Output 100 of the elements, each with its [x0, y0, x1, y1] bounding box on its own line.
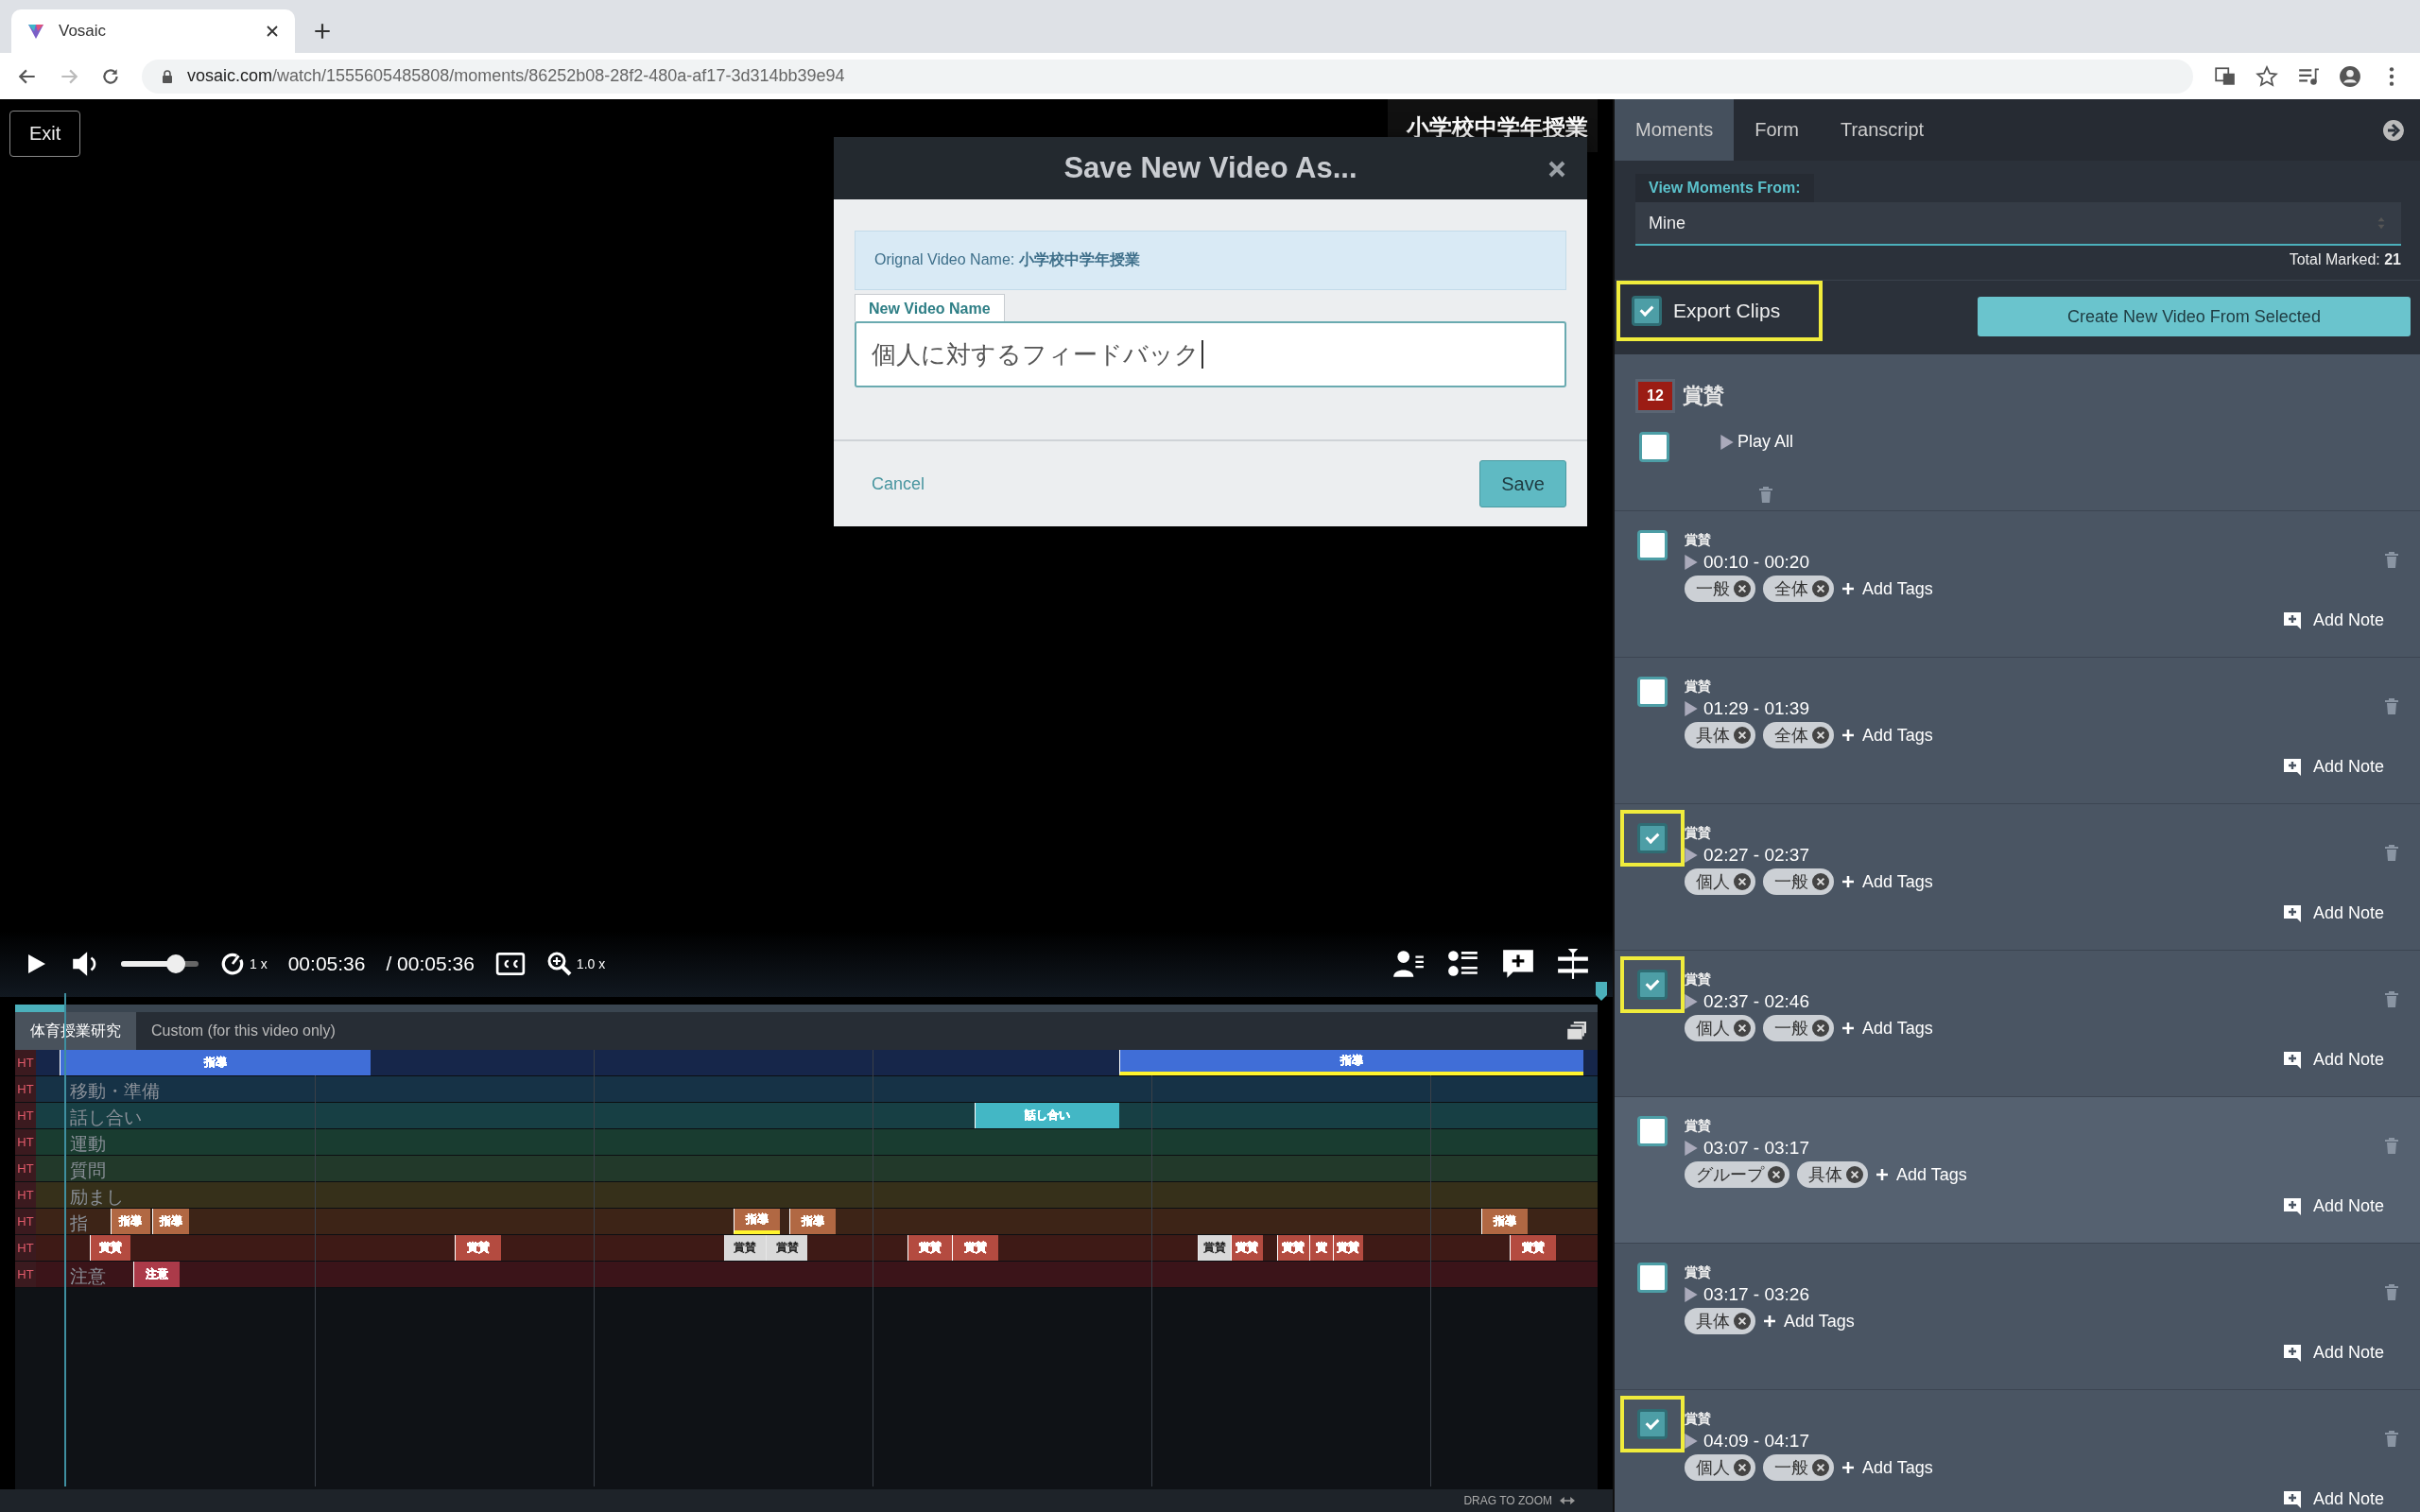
add-note-button[interactable]: Add Note — [2282, 1489, 2384, 1509]
timeline-segment[interactable]: 賞賛 — [1332, 1235, 1363, 1261]
add-comment-icon[interactable] — [1501, 947, 1535, 981]
add-note-button[interactable]: Add Note — [2282, 1343, 2384, 1363]
tag-chip[interactable]: 一般 — [1763, 868, 1834, 895]
add-tags-button[interactable]: Add Tags — [1841, 578, 1933, 599]
timeline-tab[interactable]: Custom (for this video only) — [136, 1012, 351, 1050]
exit-button[interactable]: Exit — [9, 111, 81, 157]
star-icon[interactable] — [2256, 64, 2278, 88]
timeline-segment[interactable]: 賞賛 — [1230, 1235, 1263, 1261]
close-icon[interactable] — [1547, 160, 1566, 179]
remove-icon[interactable] — [1812, 1020, 1829, 1037]
remove-icon[interactable] — [1846, 1166, 1863, 1183]
add-tags-button[interactable]: Add Tags — [1841, 871, 1933, 892]
moment-time[interactable]: 04:09 - 04:17 — [1685, 1431, 1809, 1452]
trash-icon[interactable] — [2384, 1283, 2399, 1302]
checkbox[interactable] — [1637, 970, 1668, 1000]
timeline-segment[interactable]: 賞賛 — [907, 1235, 952, 1261]
tag-chip[interactable]: 一般 — [1685, 576, 1755, 602]
close-icon[interactable] — [265, 24, 280, 39]
captions-icon[interactable] — [494, 952, 526, 976]
save-button[interactable]: Save — [1479, 460, 1566, 507]
add-tags-button[interactable]: Add Tags — [1841, 1457, 1933, 1478]
tag-chip[interactable]: 全体 — [1763, 722, 1834, 748]
checkbox[interactable] — [1637, 1116, 1668, 1146]
tag-chip[interactable]: 個人 — [1685, 1454, 1755, 1481]
browser-tab[interactable]: Vosaic — [11, 9, 295, 53]
moment-time[interactable]: 00:10 - 00:20 — [1685, 552, 1809, 573]
timeline-segment[interactable]: 指導 — [1118, 1050, 1584, 1075]
checkbox[interactable] — [1637, 530, 1668, 560]
create-video-button[interactable]: Create New Video From Selected — [1978, 297, 2411, 336]
timeline-segment[interactable]: 賞 — [1309, 1235, 1333, 1261]
timeline-segment[interactable]: 賞賛 — [1198, 1235, 1231, 1261]
remove-icon[interactable] — [1734, 1313, 1751, 1330]
timeline-segment[interactable]: 指導 — [110, 1209, 150, 1234]
timeline-segment[interactable]: 賞賛 — [1509, 1235, 1556, 1261]
tag-chip[interactable]: 全体 — [1763, 576, 1834, 602]
moment-time[interactable]: 03:17 - 03:26 — [1685, 1284, 1809, 1305]
add-tags-button[interactable]: Add Tags — [1841, 1018, 1933, 1039]
add-note-button[interactable]: Add Note — [2282, 610, 2384, 630]
panel-tab[interactable]: Form — [1734, 99, 1820, 161]
remove-icon[interactable] — [1812, 873, 1829, 890]
trash-icon[interactable] — [2384, 697, 2399, 716]
timeline-segment[interactable]: 賞賛 — [765, 1235, 808, 1261]
align-icon[interactable] — [1556, 947, 1590, 981]
add-tags-button[interactable]: Add Tags — [1841, 725, 1933, 746]
remove-icon[interactable] — [1734, 727, 1751, 744]
add-note-button[interactable]: Add Note — [2282, 1196, 2384, 1216]
tag-chip[interactable]: グループ — [1685, 1161, 1789, 1188]
moment-card[interactable]: 賞賛 02:27 - 02:37 個人 一般 Add Tags Add Note — [1615, 804, 2420, 951]
remove-icon[interactable] — [1734, 1459, 1751, 1476]
tag-chip[interactable]: 一般 — [1763, 1454, 1834, 1481]
checkbox[interactable] — [1637, 1409, 1668, 1439]
speed-button[interactable]: 1 x — [219, 951, 268, 977]
remove-icon[interactable] — [1734, 580, 1751, 597]
tag-chip[interactable]: 具体 — [1797, 1161, 1868, 1188]
checkbox[interactable] — [1637, 677, 1668, 707]
moment-card[interactable]: 賞賛 04:09 - 04:17 個人 一般 Add Tags Add Note — [1615, 1390, 2420, 1512]
plus-icon[interactable] — [312, 21, 333, 42]
checkbox[interactable] — [1639, 432, 1669, 462]
remove-icon[interactable] — [1734, 873, 1751, 890]
moments-source-select[interactable]: Mine — [1635, 202, 2401, 246]
layers-icon[interactable] — [1565, 1021, 1586, 1041]
timeline-segment[interactable]: 賞賛 — [1276, 1235, 1310, 1261]
address-bar[interactable]: vosaic.com/watch/1555605485808/moments/86252b08-28f2-480a-af17-3d314bb39e94 — [142, 59, 2193, 94]
panel-tab[interactable]: Moments — [1615, 99, 1735, 161]
arrow-right-icon[interactable] — [2382, 118, 2405, 142]
timeline-segment[interactable]: 指導 — [151, 1209, 190, 1234]
add-note-button[interactable]: Add Note — [2282, 903, 2384, 923]
zoom-button[interactable]: 1.0 x — [545, 951, 606, 977]
trash-icon[interactable] — [2384, 844, 2399, 863]
checkbox[interactable] — [1632, 296, 1662, 326]
add-note-button[interactable]: Add Note — [2282, 757, 2384, 777]
moment-time[interactable]: 02:27 - 02:37 — [1685, 845, 1809, 866]
moment-card[interactable]: 賞賛 01:29 - 01:39 具体 全体 Add Tags Add Note — [1615, 658, 2420, 804]
timeline-segment[interactable]: 賞賛 — [454, 1235, 501, 1261]
panel-tab[interactable]: Transcript — [1819, 99, 1945, 161]
tag-chip[interactable]: 一般 — [1763, 1015, 1834, 1041]
remove-icon[interactable] — [1812, 1459, 1829, 1476]
moment-time[interactable]: 01:29 - 01:39 — [1685, 698, 1809, 719]
add-note-button[interactable]: Add Note — [2282, 1050, 2384, 1070]
trash-icon[interactable] — [2384, 551, 2399, 570]
timeline-segment[interactable]: 賞賛 — [951, 1235, 998, 1261]
timeline-segment[interactable]: 指導 — [788, 1209, 836, 1234]
timeline-segment[interactable]: 賞賛 — [89, 1235, 130, 1261]
checkbox[interactable] — [1637, 1263, 1668, 1293]
moment-card[interactable]: 賞賛 00:10 - 00:20 一般 全体 Add Tags Add Note — [1615, 511, 2420, 658]
play-all-button[interactable]: Play All — [1720, 432, 1794, 452]
moment-card[interactable]: 賞賛 03:07 - 03:17 グループ 具体 Add Tags Add Note — [1615, 1097, 2420, 1244]
trash-icon[interactable] — [1758, 486, 1773, 505]
tag-chip[interactable]: 具体 — [1685, 722, 1755, 748]
remove-icon[interactable] — [1768, 1166, 1785, 1183]
timeline-segment[interactable]: 指導 — [733, 1209, 780, 1234]
add-tags-button[interactable]: Add Tags — [1763, 1311, 1855, 1332]
remove-icon[interactable] — [1734, 1020, 1751, 1037]
moment-card[interactable]: 賞賛 03:17 - 03:26 具体 Add Tags Add Note — [1615, 1244, 2420, 1390]
playhead-marker-icon[interactable] — [1596, 982, 1607, 1001]
account-icon[interactable] — [2339, 64, 2361, 88]
timeline-segment[interactable]: 賞賛 — [723, 1235, 766, 1261]
add-tags-button[interactable]: Add Tags — [1876, 1164, 1967, 1185]
